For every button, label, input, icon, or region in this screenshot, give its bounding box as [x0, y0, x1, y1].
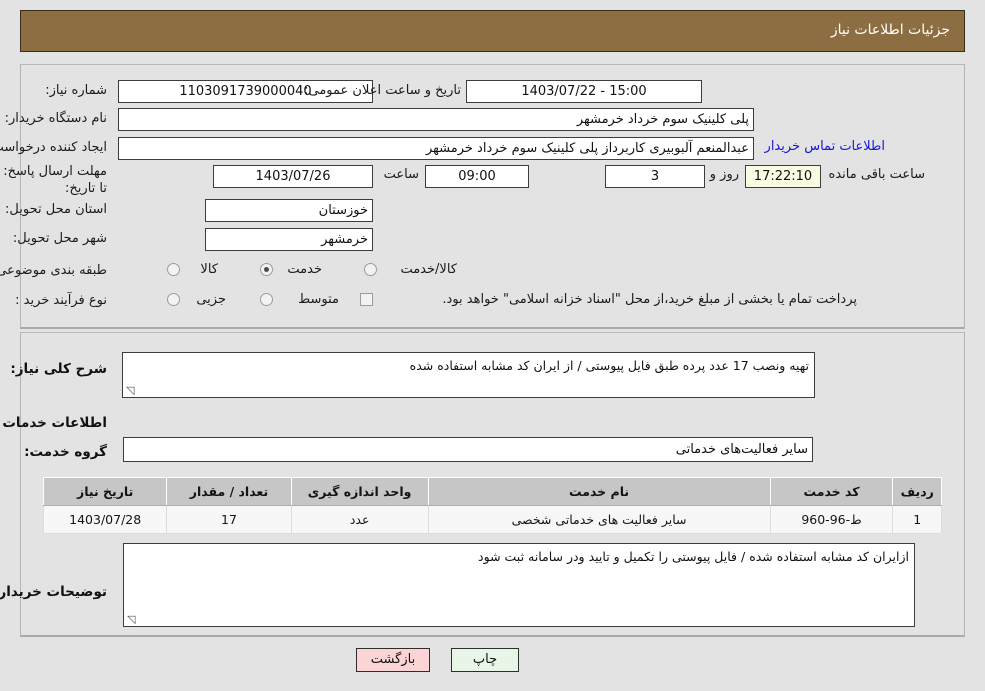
cell-unit: عدد [290, 505, 429, 534]
radio-category-kala-label: کالا [200, 262, 218, 277]
services-section-title: اطلاعات خدمات مورد نیاز [0, 415, 107, 431]
items-table: ردیف کد خدمت نام خدمت واحد اندازه گیری ت… [42, 477, 942, 534]
days-word-label: روز و [709, 167, 739, 182]
resize-grip-icon[interactable]: ◸ [126, 384, 136, 397]
need-number-label: شماره نیاز: [45, 83, 107, 98]
general-desc-label: شرح کلی نیاز: [10, 361, 107, 377]
table-row: 1 ط-96-960 سایر فعالیت های خدماتی شخصی ع… [42, 505, 942, 534]
th-service-name: نام خدمت [427, 477, 771, 506]
th-radif: ردیف [892, 477, 942, 506]
cell-quantity: 17 [166, 505, 292, 534]
city-label: شهر محل تحویل: [12, 231, 107, 246]
radio-category-khedmat-label: خدمت [287, 262, 322, 277]
creator-value: عبدالمنعم آلبوبیری کاربرداز پلی کلینیک س… [118, 137, 754, 160]
category-label: طبقه بندی موضوعی: [0, 263, 107, 278]
radio-process-motevaset[interactable] [260, 293, 273, 306]
th-unit: واحد اندازه گیری [290, 477, 429, 506]
cell-need-date: 1403/07/28 [42, 505, 168, 534]
days-remaining-value: 3 [605, 165, 705, 188]
radio-category-khedmat[interactable] [260, 263, 273, 276]
treasury-checkbox[interactable] [360, 293, 373, 306]
time-remaining-value: 17:22:10 [745, 165, 821, 188]
need-info-panel [20, 64, 965, 329]
general-desc-text: تهیه ونصب 17 عدد پرده طبق فایل پیوستی / … [409, 358, 809, 373]
resize-grip-icon[interactable]: ◸ [127, 613, 137, 626]
public-announce-value: 15:00 - 1403/07/22 [466, 80, 702, 103]
header-bar: جزئیات اطلاعات نیاز [20, 10, 965, 52]
deadline-date-value: 1403/07/26 [213, 165, 373, 188]
deadline-time-value: 09:00 [425, 165, 529, 188]
page-root: AriaTender.net جزئیات اطلاعات نیاز شماره… [0, 0, 985, 691]
th-quantity: تعداد / مقدار [166, 477, 292, 506]
service-group-value: سایر فعالیت‌های خدماتی [123, 437, 813, 462]
hour-label: ساعت [383, 167, 419, 182]
deadline-label: مهلت ارسال پاسخ: تا تاریخ: [3, 164, 107, 196]
city-value: خرمشهر [205, 228, 373, 251]
province-value: خوزستان [205, 199, 373, 222]
buyer-notes-text: ازایران کد مشابه استفاده شده / فایل پیوس… [478, 549, 909, 564]
remaining-suffix-label: ساعت باقی مانده [828, 167, 925, 182]
radio-category-kala-khedmat-label: کالا/خدمت [400, 262, 457, 277]
public-announce-label: تاریخ و ساعت اعلان عمومی: [304, 83, 461, 98]
radio-category-kala[interactable] [167, 263, 180, 276]
th-service-code: کد خدمت [769, 477, 894, 506]
radio-process-motevaset-label: متوسط [298, 292, 339, 307]
province-label: استان محل تحویل: [5, 202, 107, 217]
buyer-contact-link[interactable]: اطلاعات تماس خریدار [765, 139, 885, 154]
radio-category-kala-khedmat[interactable] [364, 263, 377, 276]
service-group-label: گروه خدمت: [24, 444, 107, 460]
table-header-row: ردیف کد خدمت نام خدمت واحد اندازه گیری ت… [42, 477, 942, 506]
treasury-checkbox-label: پرداخت تمام یا بخشی از مبلغ خرید،از محل … [442, 292, 857, 307]
radio-process-jozei[interactable] [167, 293, 180, 306]
radio-process-jozei-label: جزیی [196, 292, 226, 307]
th-need-date: تاریخ نیاز [42, 477, 168, 506]
creator-label: ایجاد کننده درخواست: [0, 140, 107, 155]
buyer-org-label: نام دستگاه خریدار: [4, 111, 107, 126]
cell-radif: 1 [892, 505, 942, 534]
back-button[interactable]: بازگشت [356, 648, 430, 672]
process-label: نوع فرآیند خرید : [15, 293, 107, 308]
buyer-notes-textarea[interactable]: ازایران کد مشابه استفاده شده / فایل پیوس… [123, 543, 915, 627]
buyer-org-value: پلی کلینیک سوم خرداد خرمشهر [118, 108, 754, 131]
print-button[interactable]: چاپ [451, 648, 519, 672]
cell-service-name: سایر فعالیت های خدماتی شخصی [427, 505, 771, 534]
cell-service-code: ط-96-960 [769, 505, 894, 534]
page-title: جزئیات اطلاعات نیاز [830, 22, 950, 38]
general-desc-textarea[interactable]: تهیه ونصب 17 عدد پرده طبق فایل پیوستی / … [122, 352, 815, 398]
buyer-notes-label: توضیحات خریدار: [0, 584, 107, 600]
